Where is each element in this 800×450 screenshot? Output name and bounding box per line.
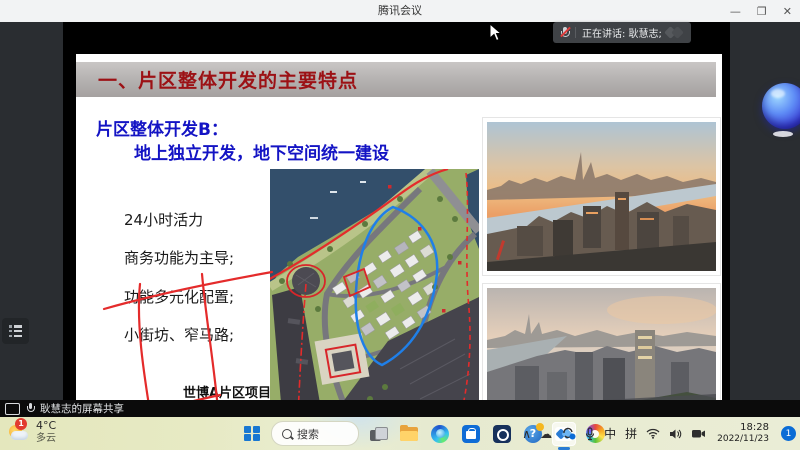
tencent-meeting-logo [665, 26, 685, 39]
cloud-icon[interactable]: ☁ [540, 427, 552, 441]
chevron-up-icon[interactable]: ∧ [522, 427, 531, 441]
search-box[interactable]: 搜索 [271, 421, 359, 446]
mic-icon [26, 403, 34, 415]
slide-bullet: 24小时活力 [124, 209, 203, 230]
clock-date: 2022/11/23 [717, 434, 769, 445]
muted-mic-icon [560, 26, 569, 39]
camera-icon[interactable] [691, 428, 706, 439]
file-explorer-icon [400, 427, 418, 441]
close-icon[interactable]: ✕ [783, 5, 792, 18]
slide-bullet: 功能多元化配置; [124, 286, 234, 307]
taskbar: 1 4°C 多云 搜索 [0, 417, 800, 450]
task-view-button[interactable] [366, 422, 390, 446]
ai-orb-shadow [773, 131, 793, 137]
ime-mode-indicator[interactable]: 拼 [625, 425, 637, 442]
weather-condition: 多云 [36, 433, 56, 445]
slide-header-text: 一、片区整体开发的主要特点 [98, 66, 358, 93]
weather-widget[interactable]: 1 4°C 多云 [7, 420, 56, 444]
minimize-icon[interactable]: — [730, 5, 741, 18]
restore-icon[interactable]: ❐ [757, 5, 767, 18]
meeting-panel-toggle[interactable] [2, 318, 29, 344]
office-icon [493, 425, 511, 443]
map-caption: 世博A片区项目 [183, 382, 271, 401]
edge-button[interactable] [428, 422, 452, 446]
titlebar: 腾讯会议 — ❐ ✕ [0, 0, 800, 23]
clock-time: 18:28 [740, 422, 769, 435]
ai-assistant-orb[interactable] [762, 83, 800, 129]
clock[interactable]: 18:28 2022/11/23 [717, 422, 769, 446]
volume-icon[interactable] [669, 428, 682, 440]
ime-language-indicator[interactable]: 中 [604, 425, 616, 442]
edge-icon [431, 425, 449, 443]
agenda-panel-icon [9, 325, 22, 337]
notification-badge[interactable]: 1 [781, 426, 796, 441]
wifi-icon[interactable] [646, 428, 660, 439]
store-button[interactable] [459, 422, 483, 446]
divider [575, 27, 576, 38]
speaking-indicator[interactable]: 正在讲话: 耿慧志; [553, 22, 691, 43]
speaking-label: 正在讲话: 耿慧志; [582, 25, 662, 40]
weather-temp: 4°C [36, 420, 56, 433]
system-tray: ∧ ☁ 中 拼 [522, 417, 796, 450]
site-plan-map-image: A片区规划总平面图 [270, 169, 479, 416]
slide-header-banner: 一、片区整体开发的主要特点 [76, 62, 716, 97]
search-label: 搜索 [297, 426, 319, 442]
screenshare-label: 耿慧志的屏幕共享 [40, 401, 124, 416]
meeting-content: 一、片区整体开发的主要特点 片区整体开发B： 地上独立开发，地下空间统一建设 2… [0, 22, 800, 400]
store-icon [462, 425, 480, 443]
screen-share-icon [5, 403, 20, 415]
slide-bullet: 小街坊、窄马路; [124, 324, 234, 345]
weather-badge: 1 [15, 418, 27, 430]
office-button[interactable] [490, 422, 514, 446]
mic-tray-icon[interactable] [585, 427, 595, 441]
task-view-icon [370, 427, 386, 441]
window-title: 腾讯会议 [0, 0, 800, 22]
slide-subtitle-line2: 地上独立开发，地下空间统一建设 [134, 139, 389, 164]
weather-icon: 1 [7, 421, 31, 443]
slide-subtitle-line1: 片区整体开发B： [96, 115, 228, 140]
file-explorer-button[interactable] [397, 422, 421, 446]
shared-slide: 一、片区整体开发的主要特点 片区整体开发B： 地上独立开发，地下空间统一建设 2… [76, 54, 722, 420]
start-icon [244, 426, 260, 442]
search-icon [282, 429, 292, 439]
screen: 腾讯会议 — ❐ ✕ 一、片区整体开发的主要特点 片区整体开发B： 地上独立开发… [0, 0, 800, 450]
slide-bullet: 商务功能为主导; [124, 247, 234, 268]
window-controls: — ❐ ✕ [730, 0, 792, 22]
screenshare-bar[interactable]: 耿慧志的屏幕共享 [0, 400, 800, 417]
photo-aerial-city-sunset [483, 118, 720, 275]
start-button[interactable] [240, 422, 264, 446]
sync-icon[interactable] [561, 427, 576, 440]
